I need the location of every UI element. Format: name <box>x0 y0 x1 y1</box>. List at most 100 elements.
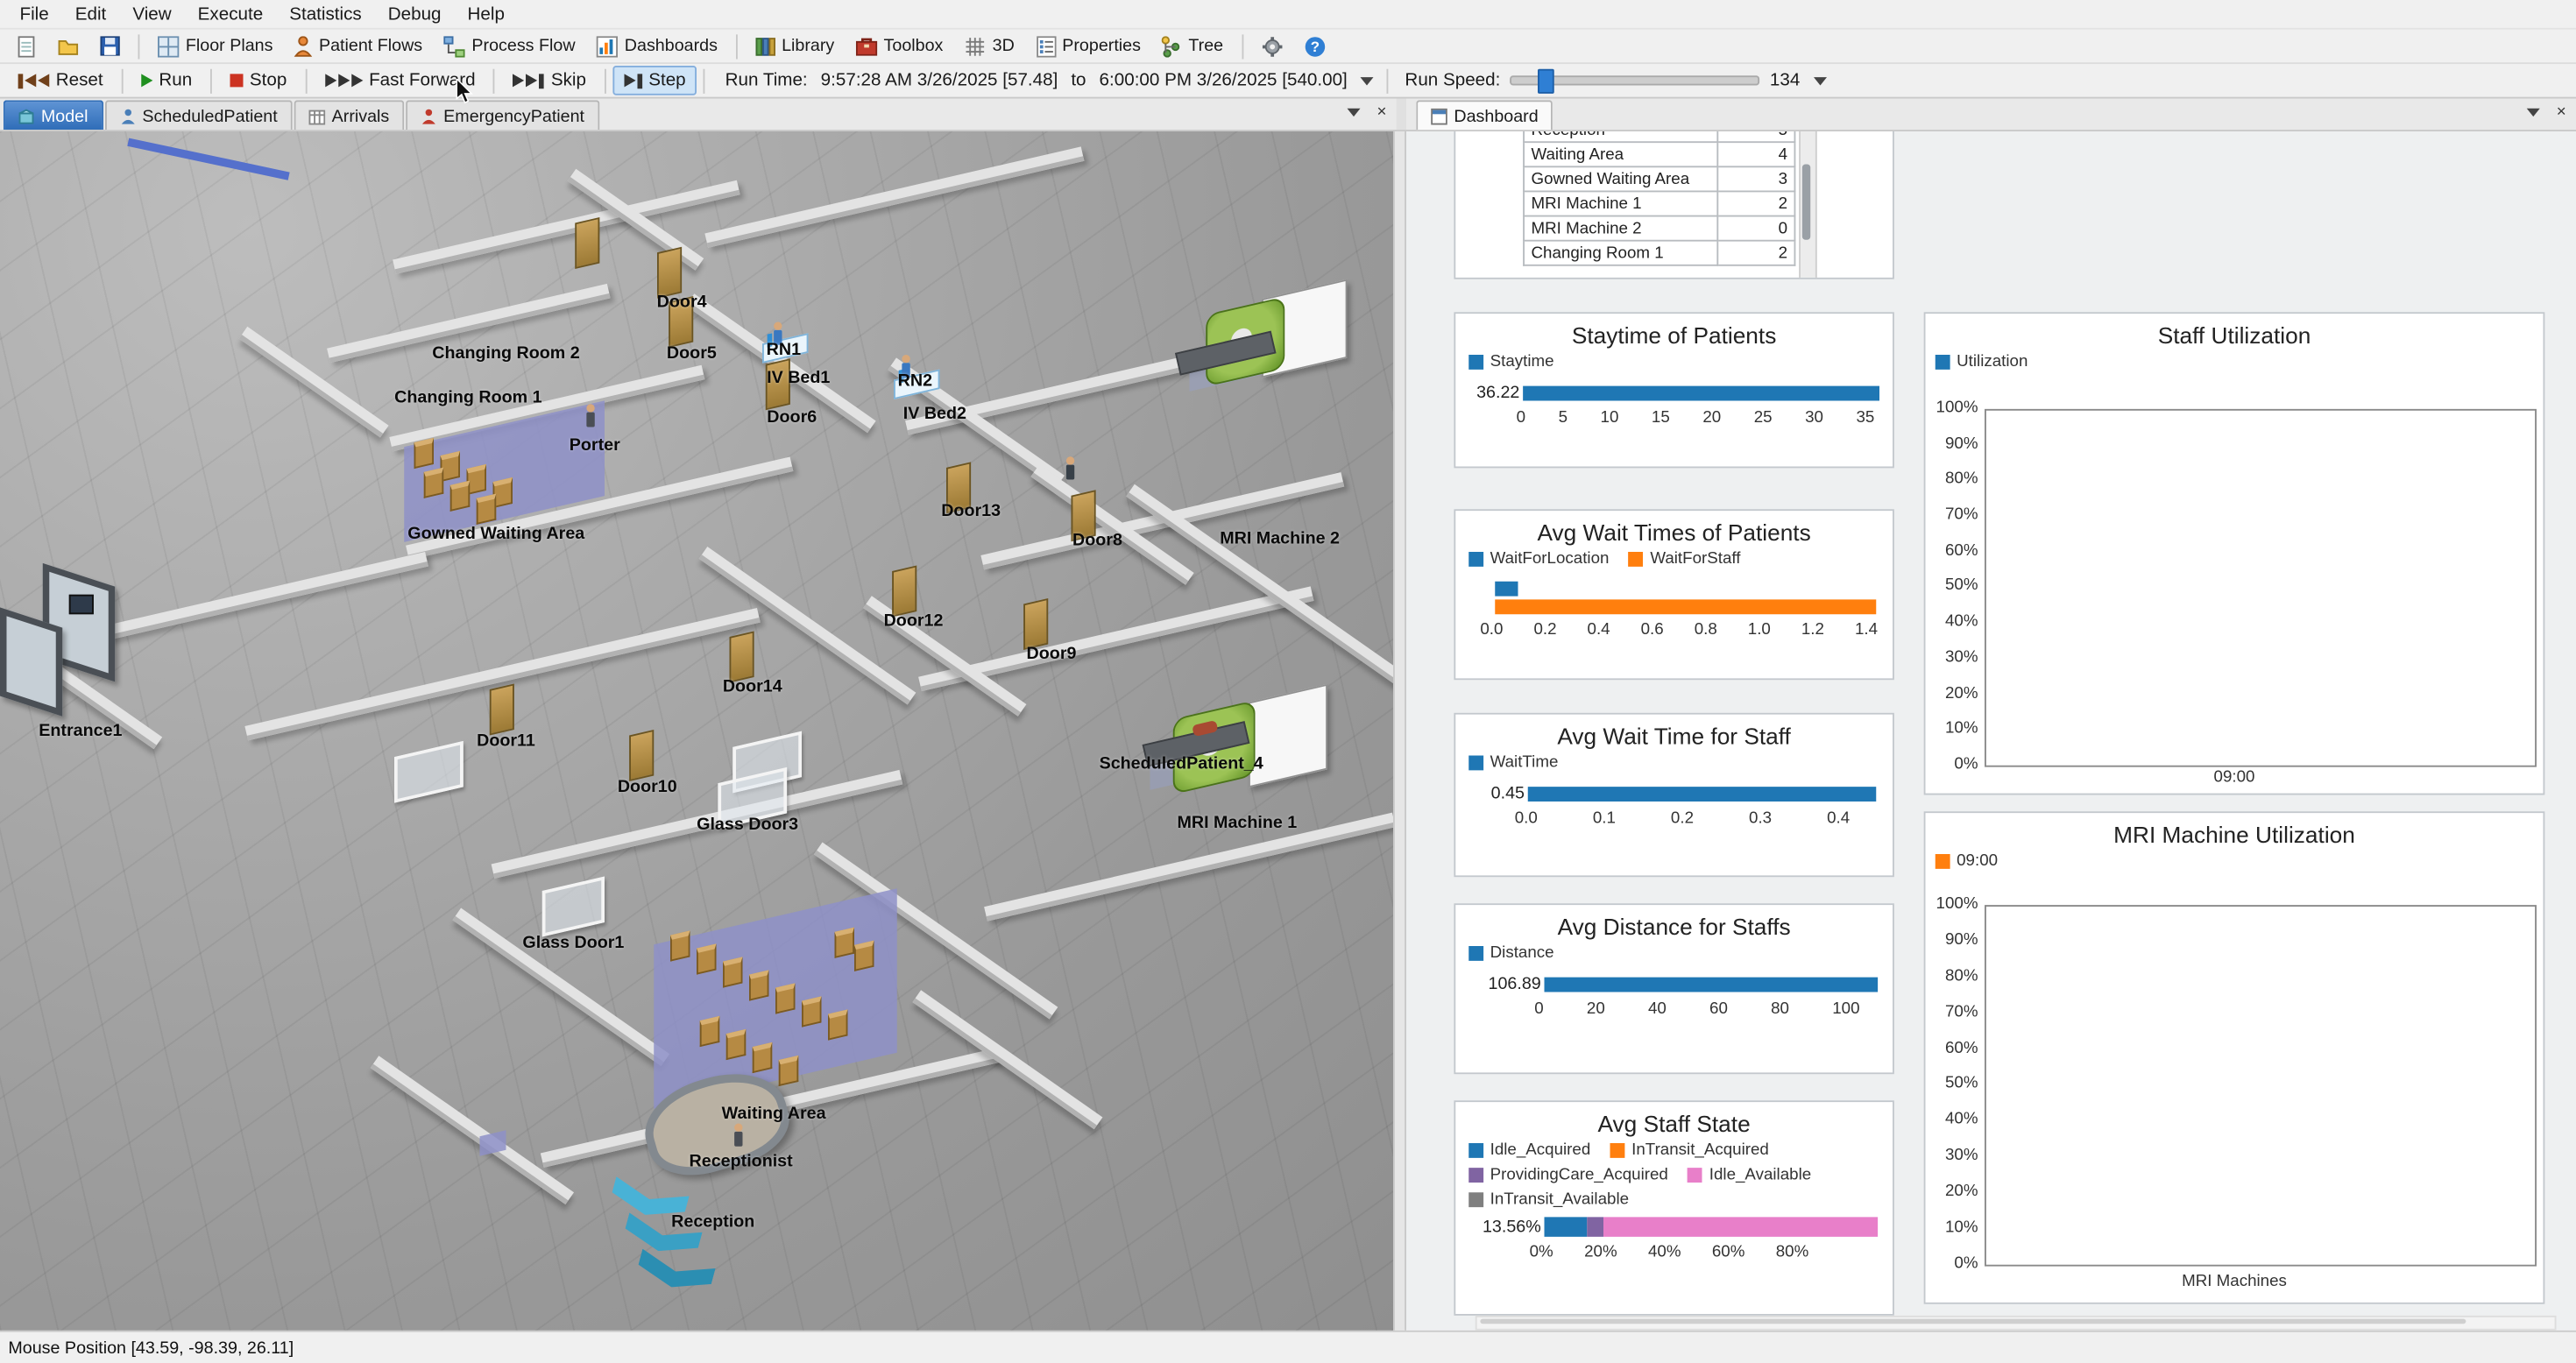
scene-object-label: MRI Machine 1 <box>1177 813 1297 833</box>
tab-model[interactable]: Model <box>4 100 103 130</box>
table-row[interactable]: Reception5 <box>1524 131 1794 142</box>
pane-splitter[interactable] <box>1393 131 1406 1331</box>
tick-label: 0.0 <box>1515 809 1538 828</box>
save-model-button[interactable] <box>90 32 130 61</box>
tick-label: 0.0 <box>1480 621 1503 639</box>
table-row[interactable]: Waiting Area4 <box>1524 142 1794 166</box>
chart-legend: WaitForLocationWaitForStaff <box>1455 546 1893 569</box>
help-button[interactable]: ? <box>1294 31 1335 62</box>
legend-item: Distance <box>1468 944 1553 963</box>
bar-value-label: 36.22 <box>1461 383 1520 403</box>
reset-button[interactable]: Reset <box>7 66 115 95</box>
toolbox-label: Toolbox <box>884 36 944 56</box>
run-button[interactable]: Run <box>130 66 204 95</box>
left-pane-menu-caret[interactable] <box>1344 103 1364 122</box>
model-3d-viewport[interactable]: Door4Changing Room 2Door5RN1IV Bed1RN2IV… <box>0 131 1393 1331</box>
step-button[interactable]: Step <box>612 66 697 95</box>
toolbar-separator <box>138 33 140 58</box>
menu-item[interactable]: Debug <box>375 3 455 25</box>
menu-item[interactable]: Help <box>455 3 518 25</box>
tick-label: 40% <box>1648 1243 1681 1261</box>
properties-label: Properties <box>1062 36 1141 56</box>
legend-item: WaitForStaff <box>1629 550 1741 569</box>
new-model-button[interactable] <box>7 31 46 62</box>
table-scrollbar[interactable] <box>1799 131 1817 279</box>
toolbar-separator <box>736 33 738 58</box>
right-pane-close-button[interactable]: × <box>2553 103 2569 122</box>
bar-area <box>1545 977 1883 992</box>
y-tick-label: 30% <box>1945 648 1978 667</box>
properties-button[interactable]: Properties <box>1026 31 1150 62</box>
run-speed-dropdown[interactable] <box>1807 66 1833 95</box>
chart-legend: Distance <box>1455 940 1893 963</box>
dashboard-hscrollbar[interactable] <box>1476 1316 2557 1331</box>
run-speed-slider-handle[interactable] <box>1538 69 1554 94</box>
skip-button[interactable]: Skip <box>502 66 598 95</box>
run-time-start-value[interactable]: 9:57:28 AM 3/26/2025 [57.48] <box>821 71 1058 91</box>
distance-bar <box>1545 977 1879 992</box>
wait-time-staff-card: Avg Wait Time for Staff WaitTime 0.45 0.… <box>1454 713 1894 878</box>
dashboards-icon <box>597 35 618 56</box>
run-time-dropdown[interactable] <box>1354 66 1380 95</box>
right-pane-menu-caret[interactable] <box>2523 103 2544 122</box>
tab-emergencypatient[interactable]: EmergencyPatient <box>406 100 599 130</box>
patient-flows-icon <box>294 35 313 56</box>
3d-view-button[interactable]: 3D <box>955 31 1025 62</box>
tick-label: 1.0 <box>1748 621 1771 639</box>
tree-button[interactable]: Tree <box>1152 31 1233 62</box>
legend-swatch <box>1468 1143 1483 1158</box>
scene-object-label: RN2 <box>898 371 932 392</box>
table-row[interactable]: Gowned Waiting Area3 <box>1524 166 1794 191</box>
svg-text:?: ? <box>1310 38 1319 54</box>
scheduledpatient-tab-icon <box>119 108 136 124</box>
tick-label: 0.2 <box>1671 809 1694 828</box>
run-time-end-value[interactable]: 6:00:00 PM 3/26/2025 [540.00] <box>1100 71 1348 91</box>
scene-object-label: Door6 <box>767 407 817 427</box>
table-row[interactable]: MRI Machine 20 <box>1524 216 1794 241</box>
y-tick-label: 80% <box>1945 967 1978 985</box>
scene-object-label: ScheduledPatient_4 <box>1100 754 1263 774</box>
patient-flows-button[interactable]: Patient Flows <box>285 31 433 62</box>
library-button[interactable]: Library <box>746 31 845 62</box>
reset-label: Reset <box>56 71 103 91</box>
scene-object-label: Gowned Waiting Area <box>407 524 584 544</box>
tick-label: 1.4 <box>1855 621 1878 639</box>
menu-item[interactable]: Execute <box>185 3 277 25</box>
tick-label: 80 <box>1771 1000 1789 1019</box>
tab-scheduledpatient[interactable]: ScheduledPatient <box>104 100 292 130</box>
stop-button[interactable]: Stop <box>218 66 298 95</box>
x-ticks: 0.00.20.40.60.81.01.21.4 <box>1480 621 1878 639</box>
menu-bar: FileEditViewExecuteStatisticsDebugHelp <box>0 0 2576 30</box>
scene-object-label: Changing Room 1 <box>394 388 541 408</box>
table-row[interactable]: Changing Room 12 <box>1524 241 1794 265</box>
tick-label: 5 <box>1559 409 1568 427</box>
left-pane-close-button[interactable]: × <box>1374 103 1390 122</box>
y-tick-label: 100% <box>1936 895 1978 914</box>
staff-state-card: Avg Staff State Idle_AcquiredInTransit_A… <box>1454 1100 1894 1316</box>
tab-dashboard[interactable]: Dashboard <box>1416 100 1553 130</box>
menu-item[interactable]: File <box>7 3 62 25</box>
menu-item[interactable]: Statistics <box>276 3 375 25</box>
bar-value-label: 0.45 <box>1461 783 1525 803</box>
dashboards-button[interactable]: Dashboards <box>587 31 728 62</box>
table-row[interactable]: MRI Machine 12 <box>1524 191 1794 215</box>
run-separator <box>121 68 123 93</box>
menu-item[interactable]: Edit <box>62 3 120 25</box>
tick-label: 20% <box>1584 1243 1617 1261</box>
tick-label: 0.6 <box>1641 621 1664 639</box>
menu-item[interactable]: View <box>119 3 184 25</box>
run-speed-slider[interactable] <box>1511 75 1760 85</box>
process-flow-button[interactable]: Process Flow <box>434 31 585 62</box>
toolbox-button[interactable]: Toolbox <box>846 32 952 61</box>
floor-plans-button[interactable]: Floor Plans <box>148 31 283 62</box>
tab-arrivals[interactable]: Arrivals <box>294 100 405 130</box>
open-model-button[interactable] <box>47 31 88 62</box>
flexsim-window: FileEditViewExecuteStatisticsDebugHelp F… <box>0 0 2576 1355</box>
settings-button[interactable] <box>1251 31 1292 62</box>
status-bar: Mouse Position [43.59, -98.39, 26.11] <box>0 1331 2576 1363</box>
staytime-bar <box>1523 385 1879 400</box>
model-tab-icon <box>18 108 35 124</box>
gear-icon <box>1261 35 1282 56</box>
mouse-position-text: Mouse Position [43.59, -98.39, 26.11] <box>8 1338 294 1358</box>
emergencypatient-tab-icon <box>421 108 437 124</box>
